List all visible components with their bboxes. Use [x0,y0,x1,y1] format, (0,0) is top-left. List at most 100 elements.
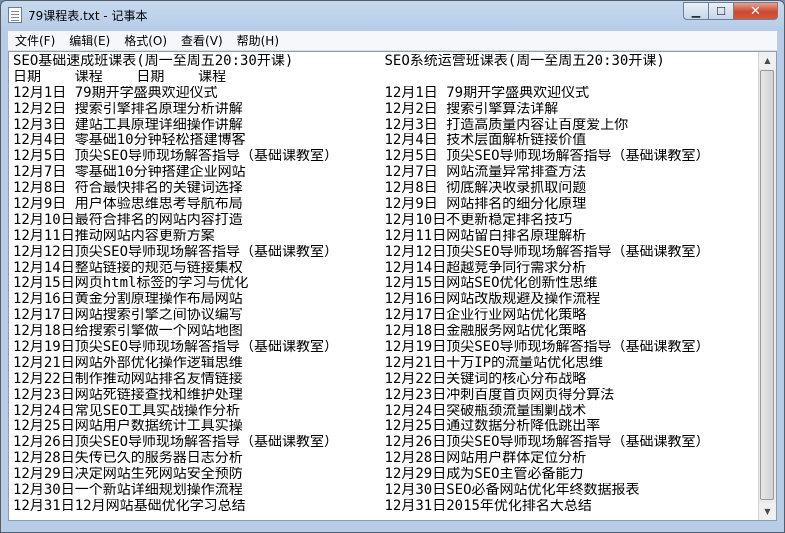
minimize-icon: ▁ [691,4,701,18]
left-column-text: 日期 课程 日期 课程 [13,69,227,85]
right-column-text: 12月11日网站留白排名原理解析 [384,228,587,244]
text-line: 12月26日顶尖SEO导师现场解答指导（基础课教室） 12月26日顶尖SEO导师现… [13,435,756,451]
left-column-text: SEO基础速成班课表(周一至周五20:30开课) [13,54,294,69]
left-column-text: 12月31日12月网站基础优化学习总结 [13,498,246,514]
left-column-text: 12月14日整站链接的规范与链接集权 [13,260,243,276]
right-column-text: 12月30日SEO必备网站优化年终数据报表 [384,483,640,499]
text-line: 12月8日 符合最快排名的关键词选择 12月8日 彻底解决收录抓取问题 [13,181,756,197]
left-column-text: 12月15日网页html标签的学习与优化 [13,276,249,292]
right-column-text: 12月12日顶尖SEO导师现场解答指导（基础课教室） [384,244,710,260]
text-line: 12月1日 79期开学盛典欢迎仪式 12月1日 79期开学盛典欢迎仪式 [13,86,756,102]
text-line: 12月21日网站外部优化操作逻辑思维 12月21日十万IP的流量站优化思维 [13,356,756,372]
right-column-text: 12月14日超越竞争同行需求分析 [384,260,587,276]
left-column-text: 12月22日制作推动网站排名友情链接 [13,371,243,387]
left-column-text: 12月10日最符合排名的网站内容打造 [13,212,243,228]
scroll-down-arrow-icon[interactable]: ▼ [759,503,776,520]
left-column-text: 12月11日推动网站内容更新方案 [13,228,215,244]
right-column-text: SEO系统运营班课表(周一至周五20:30开课) [384,54,665,69]
minimize-button[interactable]: ▁ [683,2,709,20]
text-line: 12月9日 用户体验思维思考导航布局 12月9日 网站排名的细分化原理 [13,197,756,213]
menu-file[interactable]: 文件(F) [8,32,62,49]
text-line: 12月25日网站用户数据统计工具实操 12月25日通过数据分析降低跳出率 [13,419,756,435]
right-column-text [385,70,757,86]
left-column-text: 12月3日 建站工具原理详细操作讲解 [13,117,243,133]
left-column-text: 12月26日顶尖SEO导师现场解答指导（基础课教室） [13,435,338,451]
right-column-text: 12月21日十万IP的流量站优化思维 [384,355,604,371]
text-line: 12月5日 顶尖SEO导师现场解答指导（基础课教室） 12月5日 顶尖SEO导师现… [13,149,756,165]
right-column-text: 12月29日成为SEO主管必备能力 [384,467,584,483]
left-column-text: 12月2日 搜索引擎排名原理分析讲解 [13,101,243,117]
right-column-text: 12月19日顶尖SEO导师现场解答指导（基础课教室） [384,340,710,356]
text-line: 12月15日网页html标签的学习与优化 12月15日网站SEO优化创新性思维 [13,276,756,292]
right-column-text: 12月5日 顶尖SEO导师现场解答指导（基础课教室） [384,149,710,165]
text-line: 12月30日一个新站详细规划操作流程 12月30日SEO必备网站优化年终数据报表 [13,483,756,499]
text-line: 12月17日网站搜索引擎之间协议编写 12月17日企业行业网站优化策略 [13,308,756,324]
text-line: 12月28日失传已久的服务器日志分析 12月28日网站用户群体定位分析 [13,451,756,467]
window-controls: ▁ ☐ ✕ [683,2,778,21]
document-text[interactable]: SEO基础速成班课表(周一至周五20:30开课) SEO系统运营班课表(周一至周五… [13,54,756,515]
right-column-text: 12月31日2015年优化排名大总结 [384,498,592,514]
notepad-window: 79课程表.txt - 记事本 ▁ ☐ ✕ 文件(F) 编辑(E) 格式(O) … [0,0,785,533]
right-column-text: 12月17日企业行业网站优化策略 [384,308,587,324]
left-column-text: 12月28日失传已久的服务器日志分析 [13,451,243,467]
left-column-text: 12月24日常见SEO工具实战操作分析 [13,403,241,419]
text-line: 12月24日常见SEO工具实战操作分析 12月24日突破瓶颈流量围剿战术 [13,404,756,420]
text-line: 12月19日顶尖SEO导师现场解答指导（基础课教室） 12月19日顶尖SEO导师现… [13,340,756,356]
menu-help[interactable]: 帮助(H) [230,32,286,49]
text-line: 12月7日 零基础10分钟搭建企业网站 12月7日 网站流量异常排查方法 [13,165,756,181]
scroll-thumb[interactable] [760,70,774,500]
right-column-text: 12月4日 技术层面解析链接价值 [384,133,587,149]
right-column-text: 12月9日 网站排名的细分化原理 [384,197,587,213]
left-column-text: 12月19日顶尖SEO导师现场解答指导（基础课教室） [13,340,338,356]
left-column-text: 12月17日网站搜索引擎之间协议编写 [13,308,243,324]
left-column-text: 12月23日网站死链接查找和维护处理 [13,387,243,403]
text-line: 12月14日整站链接的规范与链接集权 12月14日超越竞争同行需求分析 [13,261,756,277]
close-button[interactable]: ✕ [734,2,778,20]
left-column-text: 12月5日 顶尖SEO导师现场解答指导（基础课教室） [13,149,338,165]
right-column-text: 12月23日冲刺百度首页网页得分算法 [384,387,615,403]
left-column-text: 12月16日黄金分割原理操作布局网站 [13,292,243,308]
left-column-text: 12月30日一个新站详细规划操作流程 [13,483,243,499]
right-column-text: 12月26日顶尖SEO导师现场解答指导（基础课教室） [384,435,710,451]
text-line: 12月12日顶尖SEO导师现场解答指导（基础课教室） 12月12日顶尖SEO导师现… [13,245,756,261]
text-line: 12月3日 建站工具原理详细操作讲解 12月3日 打造高质量内容让百度爱上你 [13,118,756,134]
menu-bar: 文件(F) 编辑(E) 格式(O) 查看(V) 帮助(H) [8,31,777,51]
right-column-text: 12月15日网站SEO优化创新性思维 [384,276,598,292]
right-column-text: 12月25日通过数据分析降低跳出率 [384,419,601,435]
title-bar[interactable]: 79课程表.txt - 记事本 ▁ ☐ ✕ [1,1,784,29]
left-column-text: 12月4日 零基础10分钟轻松搭建博客 [13,133,246,149]
right-column-text: 12月1日 79期开学盛典欢迎仪式 [384,85,590,101]
left-column-text: 12月9日 用户体验思维思考导航布局 [13,197,243,213]
right-column-text: 12月10日不更新稳定排名技巧 [384,212,573,228]
text-line: 12月23日网站死链接查找和维护处理 12月23日冲刺百度首页网页得分算法 [13,388,756,404]
vertical-scrollbar[interactable]: ▲ ▼ [758,52,776,520]
left-column-text: 12月21日网站外部优化操作逻辑思维 [13,355,243,371]
right-column-text: 12月22日关键词的核心分布战略 [384,371,587,387]
menu-view[interactable]: 查看(V) [174,32,230,49]
menu-format[interactable]: 格式(O) [117,32,174,49]
left-column-text: 12月8日 符合最快排名的关键词选择 [13,181,243,197]
left-column-text: 12月1日 79期开学盛典欢迎仪式 [13,85,218,101]
maximize-icon: ☐ [716,4,726,18]
scroll-up-arrow-icon[interactable]: ▲ [759,52,776,69]
text-line: 日期 课程 日期 课程 [13,70,756,86]
menu-edit[interactable]: 编辑(E) [62,32,117,49]
text-line: SEO基础速成班课表(周一至周五20:30开课) SEO系统运营班课表(周一至周五… [13,54,756,70]
text-editor[interactable]: SEO基础速成班课表(周一至周五20:30开课) SEO系统运营班课表(周一至周五… [8,51,777,521]
left-column-text: 12月12日顶尖SEO导师现场解答指导（基础课教室） [13,244,338,260]
text-line: 12月31日12月网站基础优化学习总结 12月31日2015年优化排名大总结 [13,499,756,515]
right-column-text: 12月7日 网站流量异常排查方法 [384,165,587,181]
right-column-text: 12月3日 打造高质量内容让百度爱上你 [384,117,629,133]
text-line: 12月2日 搜索引擎排名原理分析讲解 12月2日 搜索引擎算法详解 [13,102,756,118]
right-column-text: 12月24日突破瓶颈流量围剿战术 [384,403,587,419]
maximize-button[interactable]: ☐ [709,2,734,20]
text-line: 12月10日最符合排名的网站内容打造 12月10日不更新稳定排名技巧 [13,213,756,229]
text-line: 12月18日给搜索引擎做一个网站地图 12月18日金融服务网站优化策略 [13,324,756,340]
text-line: 12月29日决定网站生死网站安全预防 12月29日成为SEO主管必备能力 [13,467,756,483]
notepad-app-icon [8,7,22,23]
left-column-text: 12月18日给搜索引擎做一个网站地图 [13,324,243,340]
text-line: 12月16日黄金分割原理操作布局网站 12月16日网站改版规避及操作流程 [13,292,756,308]
right-column-text: 12月18日金融服务网站优化策略 [384,324,587,340]
right-column-text: 12月28日网站用户群体定位分析 [384,451,587,467]
close-icon: ✕ [750,3,761,19]
